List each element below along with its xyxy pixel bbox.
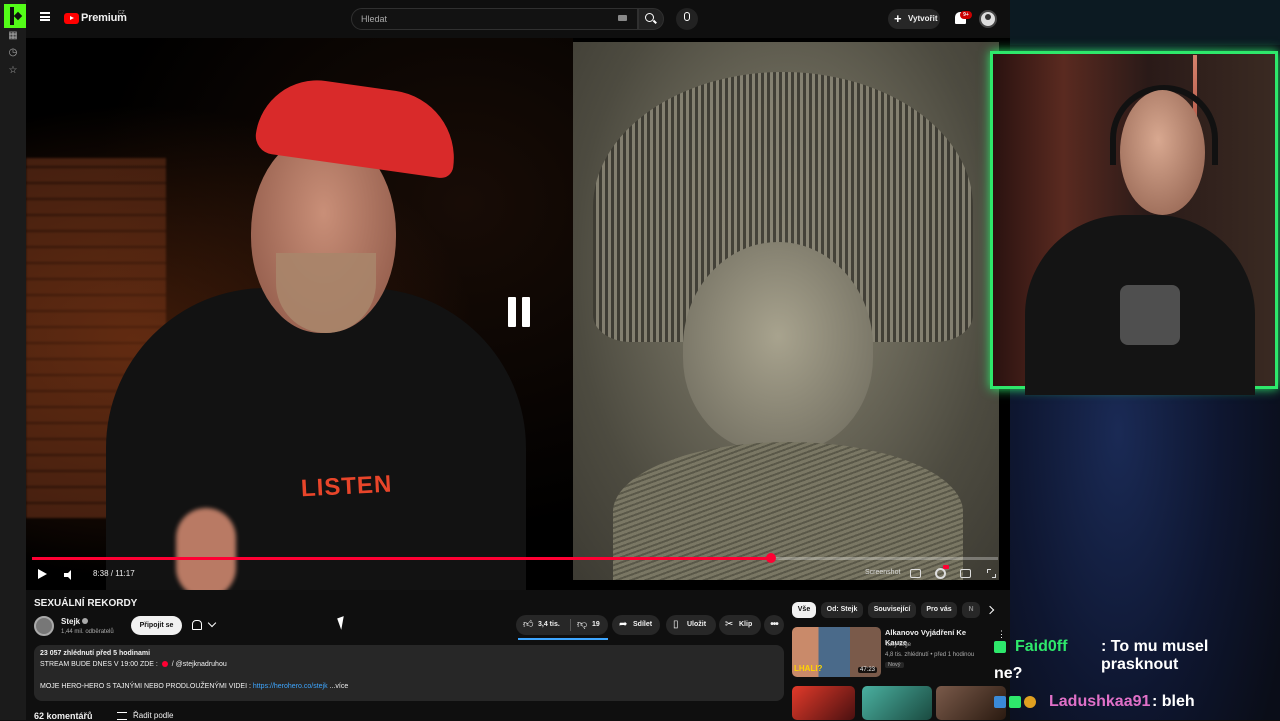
like-count[interactable]: 3,4 tis. [538, 621, 560, 628]
video-duration: 47:23 [858, 667, 878, 673]
keyboard-icon[interactable] [618, 15, 627, 21]
thumbnail-text: LHALI? [794, 664, 823, 673]
video-player[interactable]: LISTEN 8:38 / 11:17 Screenshot [26, 38, 1010, 590]
miniplayer-icon[interactable] [960, 569, 971, 578]
chip-from-channel[interactable]: Od: Stejk [821, 602, 863, 618]
chat-badges [994, 696, 1044, 712]
youtube-dot-icon [161, 661, 168, 668]
more-actions-button[interactable]: ••• [764, 615, 784, 635]
chat-message-continuation: ne? [994, 665, 1023, 682]
thumbs-down-icon[interactable]: 👎︎ [577, 620, 587, 630]
chip-truncated[interactable]: N [962, 602, 980, 618]
channel-name[interactable]: Stejk [61, 617, 80, 626]
description-line-2: MOJE HERO-HERO S TAJNÝMI NEBO PRODLOUŽEN… [40, 683, 348, 690]
description-line-2-text: MOJE HERO-HERO S TAJNÝMI NEBO PRODLOUŽEN… [40, 683, 253, 690]
chat-badge-icon [994, 641, 1006, 653]
top-header: Premium CZ Hledat Vytvořit + 9+ [26, 0, 1010, 38]
chip-related[interactable]: Související [868, 602, 916, 618]
like-divider [570, 619, 571, 631]
history-icon[interactable]: ◷ [7, 47, 19, 59]
streamer-shirt-print [1120, 285, 1180, 345]
engraving-portrait-overlay [573, 42, 999, 580]
join-button[interactable]: Připojit se [131, 616, 182, 635]
channel-handle-link[interactable]: / @stejknadruhou [170, 661, 227, 668]
description-line-1: STREAM BUDE DNES V 19:00 ZDE : / @stejkn… [40, 661, 227, 668]
hamburger-menu-icon[interactable] [40, 12, 50, 21]
left-sidebar-strip [0, 0, 26, 720]
kebab-menu-icon[interactable]: ⋮ [997, 629, 1006, 640]
streamer-head [1120, 90, 1205, 215]
search-icon[interactable] [645, 13, 654, 22]
progress-bar-fill [32, 557, 771, 560]
thumbs-up-icon[interactable]: 👍︎ [523, 620, 533, 630]
verified-icon [82, 618, 88, 624]
share-icon: ➦ [619, 619, 628, 630]
sort-icon[interactable] [117, 712, 127, 720]
show-more-link[interactable]: ...více [328, 683, 349, 690]
play-icon[interactable] [38, 569, 47, 579]
chip-all[interactable]: Vše [792, 602, 816, 618]
herohero-link[interactable]: https://herohero.co/stejk [253, 683, 328, 690]
subscription-bell-icon[interactable] [192, 620, 202, 630]
volume-icon[interactable] [64, 570, 76, 580]
settings-gear-icon[interactable] [935, 568, 946, 579]
chat-message: : bleh [1152, 693, 1195, 710]
search-input[interactable]: Hledat [351, 8, 638, 30]
hd-badge [943, 565, 949, 569]
youtube-logo-icon[interactable] [64, 13, 79, 24]
sub-badge-icon [1009, 696, 1021, 708]
sort-button[interactable]: Řadit podle [133, 711, 173, 720]
brand-region: CZ [118, 10, 125, 16]
stream-overlay-top [1010, 0, 1280, 45]
fullscreen-icon[interactable] [987, 569, 996, 578]
presenter-body [106, 288, 526, 590]
chat-username: Ladushkaa91 [1049, 693, 1151, 710]
like-ratio-bar [518, 638, 608, 640]
chat-username: Faid0ff [1015, 638, 1068, 655]
recommendation-thumbnail[interactable] [792, 686, 855, 720]
chat-message: : To mu musel prasknout [1101, 638, 1209, 673]
star-icon[interactable]: ☆ [7, 65, 19, 77]
plus-icon: + [894, 11, 902, 26]
subscriber-count: 1,44 mil. odběratelů [61, 629, 114, 635]
kick-logo-icon [4, 4, 26, 28]
account-avatar[interactable] [979, 10, 997, 28]
chevron-right-icon[interactable] [985, 605, 995, 615]
description-line-1-text: STREAM BUDE DNES V 19:00 ZDE : [40, 661, 160, 668]
screenshot-button[interactable]: Screenshot [865, 569, 900, 576]
progress-scrubber-handle[interactable] [765, 553, 776, 563]
gift-badge-icon [1024, 696, 1036, 708]
home-icon[interactable]: ▦ [7, 30, 19, 42]
microphone-icon [684, 12, 690, 21]
pause-indicator-icon [508, 297, 530, 327]
engraving-face [683, 242, 873, 452]
time-display: 8:38 / 11:17 [93, 569, 135, 578]
video-title: SEXUÁLNÍ REKORDY [34, 598, 138, 609]
subtitles-icon[interactable] [910, 569, 921, 578]
chip-for-you[interactable]: Pro vás [921, 602, 957, 618]
new-badge: Nový [885, 662, 904, 668]
channel-avatar[interactable] [34, 616, 54, 636]
chevron-down-icon[interactable] [207, 618, 217, 628]
scissors-icon: ✂ [725, 619, 734, 630]
bookmark-icon: ▯ [673, 619, 679, 630]
dislike-count[interactable]: 19 [592, 621, 600, 628]
view-stats: 23 057 zhlédnutí před 5 hodinami [40, 650, 151, 657]
recommendation-thumbnail[interactable] [862, 686, 932, 720]
notification-badge: 9+ [960, 11, 972, 19]
diamond-badge-icon [994, 696, 1006, 708]
presenter-hand [176, 508, 236, 590]
shirt-print-text: LISTEN [300, 470, 393, 503]
recommendation-meta: 4,8 tis. zhlédnutí • před 1 hodinou [885, 652, 975, 658]
mouse-cursor-icon [337, 616, 348, 630]
recommendation-channel[interactable]: Taky Bige [885, 642, 911, 648]
